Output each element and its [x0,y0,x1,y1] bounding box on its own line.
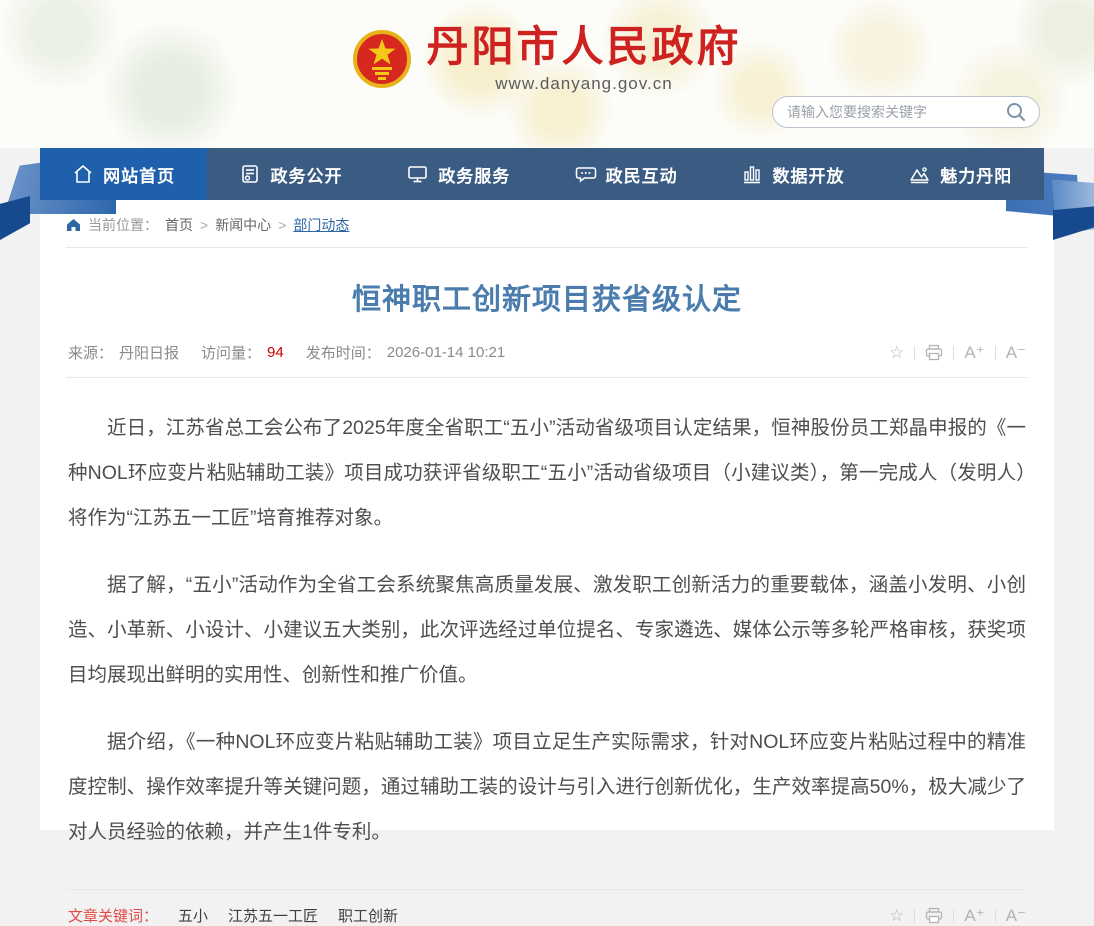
breadcrumb-separator: > [278,217,286,233]
nav-item-label: 数据开放 [772,162,844,187]
article-meta-row: 来源： 丹阳日报 访问量： 94 发布时间： 2026-01-14 10:21 … [66,342,1028,378]
keyword-link[interactable]: 职工创新 [338,905,398,926]
tools-divider [953,346,954,360]
source-label: 来源： [68,342,113,363]
tools-divider [995,909,996,923]
date-value: 2026-01-14 10:21 [387,344,505,361]
nav-item-gov-services[interactable]: 政务服务 [375,148,542,200]
keywords-label: 文章关键词： [68,905,158,926]
keywords-bar: 文章关键词： 五小 江苏五一工匠 职工创新 ☆ A⁺ A⁻ [66,889,1028,926]
search-icon[interactable] [1005,101,1027,123]
bar-chart-icon [741,163,763,185]
search-input[interactable] [787,104,1005,120]
print-icon[interactable] [925,907,943,924]
date-label: 发布时间： [306,342,381,363]
site-name: 丹阳市人民政府 [426,24,741,70]
breadcrumb-link-department-news[interactable]: 部门动态 [293,215,349,235]
national-emblem-icon [352,29,412,89]
left-ribbon-fold-decoration [0,196,30,240]
views-label: 访问量： [201,342,261,363]
article-paragraph: 据介绍，《一种NOL环应变片粘贴辅助工装》项目立足生产实际需求，针对NOL环应变… [68,720,1026,855]
keyword-link[interactable]: 五小 [178,905,208,926]
monitor-icon [406,163,429,185]
breadcrumb-link-home[interactable]: 首页 [165,215,193,235]
article-paragraph: 据了解，“五小”活动作为全省工会系统聚焦高质量发展、激发职工创新活力的重要载体，… [68,563,1026,698]
article-paragraph: 近日，江苏省总工会公布了2025年度全省职工“五小”活动省级项目认定结果，恒神股… [68,406,1026,541]
nav-item-home[interactable]: 网站首页 [40,148,207,200]
content-panel: 当前位置： 首页 > 新闻中心 > 部门动态 恒神职工创新项目获省级认定 来源：… [40,200,1054,830]
nav-item-charming-danyang[interactable]: 魅力丹阳 [877,148,1044,200]
breadcrumb-home-icon [66,218,81,232]
font-larger-button[interactable]: A⁺ [964,907,984,924]
nav-item-label: 网站首页 [103,162,175,187]
article-body: 近日，江苏省总工会公布了2025年度全省职工“五小”活动省级项目认定结果，恒神股… [66,378,1028,855]
nav-item-open-data[interactable]: 数据开放 [709,148,876,200]
tools-divider [995,346,996,360]
document-icon [239,163,261,185]
tools-divider [953,909,954,923]
nav-item-label: 政民互动 [606,162,678,187]
tools-divider [914,909,915,923]
article-tools-bottom: ☆ A⁺ A⁻ [889,907,1026,924]
nav-item-public-interaction[interactable]: 政民互动 [542,148,709,200]
source-value: 丹阳日报 [119,342,179,363]
font-smaller-button[interactable]: A⁻ [1006,907,1026,924]
nav-item-label: 魅力丹阳 [940,162,1012,187]
site-header: 丹阳市人民政府 www.danyang.gov.cn [0,0,1094,148]
breadcrumb-link-news-center[interactable]: 新闻中心 [215,215,271,235]
favorite-star-icon[interactable]: ☆ [889,907,904,924]
chat-icon [574,163,597,185]
nav-item-label: 政务服务 [438,162,510,187]
site-logo: 丹阳市人民政府 www.danyang.gov.cn [0,24,1094,94]
favorite-star-icon[interactable]: ☆ [889,344,904,361]
breadcrumb-label: 当前位置： [88,215,158,235]
article-meta: 来源： 丹阳日报 访问量： 94 发布时间： 2026-01-14 10:21 [68,342,505,363]
font-larger-button[interactable]: A⁺ [964,344,984,361]
tools-divider [914,346,915,360]
home-icon [72,163,94,185]
search-box[interactable] [772,96,1040,128]
font-smaller-button[interactable]: A⁻ [1006,344,1026,361]
nav-item-gov-info[interactable]: 政务公开 [207,148,374,200]
nav-item-label: 政务公开 [270,162,342,187]
right-ribbon-fold-decoration [1053,206,1094,240]
breadcrumb-separator: > [200,217,208,233]
site-url: www.danyang.gov.cn [426,74,741,94]
breadcrumb: 当前位置： 首页 > 新闻中心 > 部门动态 [66,200,1028,248]
article-tools: ☆ A⁺ A⁻ [889,344,1026,361]
print-icon[interactable] [925,344,943,361]
page-title: 恒神职工创新项目获省级认定 [66,276,1028,318]
views-value: 94 [267,344,284,361]
keyword-link[interactable]: 江苏五一工匠 [228,905,318,926]
mountain-icon [908,163,931,185]
main-navigation: 网站首页 政务公开 政务服务 政民互动 数据开放 [40,148,1044,200]
